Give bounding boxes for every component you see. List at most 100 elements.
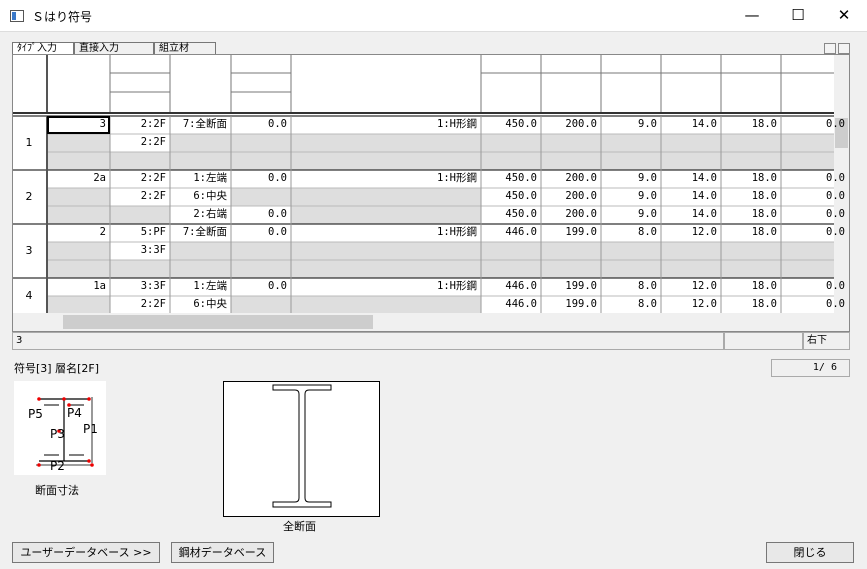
grid-cell[interactable]	[783, 260, 845, 277]
grid-cell[interactable]: 200.0	[543, 116, 597, 133]
row-number[interactable]: 4	[14, 289, 44, 302]
grid-cell[interactable]	[49, 296, 106, 313]
grid-cell[interactable]: 0.0	[783, 170, 845, 187]
grid-cell[interactable]	[603, 152, 657, 169]
grid-cell[interactable]: 8.0	[603, 296, 657, 313]
grid-cell[interactable]: 2:2F	[112, 134, 166, 151]
grid-cell[interactable]: 200.0	[543, 206, 597, 223]
grid-cell[interactable]	[293, 296, 477, 313]
grid-cell[interactable]: 0.0	[233, 116, 287, 133]
grid-cell[interactable]	[293, 260, 477, 277]
grid-cell[interactable]	[293, 242, 477, 259]
grid-cell[interactable]: 8.0	[603, 278, 657, 295]
grid-cell[interactable]: 14.0	[663, 170, 717, 187]
grid-cell[interactable]	[483, 152, 537, 169]
grid-cell[interactable]	[172, 260, 227, 277]
grid-cell[interactable]: 14.0	[663, 116, 717, 133]
grid-cell[interactable]: 18.0	[723, 188, 777, 205]
grid-cell[interactable]	[603, 242, 657, 259]
grid-cell[interactable]	[543, 260, 597, 277]
grid-cell[interactable]: 2:2F	[112, 296, 166, 313]
grid-cell[interactable]: 0.0	[783, 206, 845, 223]
grid-cell[interactable]: 2:2F	[112, 188, 166, 205]
minimize-button[interactable]: —	[729, 0, 775, 32]
grid-cell[interactable]: 12.0	[663, 278, 717, 295]
grid-cell[interactable]: 6:中央	[172, 188, 227, 205]
grid-cell[interactable]	[483, 134, 537, 151]
grid-cell[interactable]: 0.0	[233, 206, 287, 223]
grid-cell[interactable]	[663, 260, 717, 277]
grid-cell[interactable]	[49, 188, 106, 205]
grid-cell[interactable]	[172, 134, 227, 151]
grid-cell[interactable]	[723, 242, 777, 259]
grid-cell[interactable]	[49, 134, 106, 151]
grid-cell[interactable]	[233, 242, 287, 259]
grid-cell[interactable]	[723, 134, 777, 151]
grid-control-button-2[interactable]	[838, 43, 850, 54]
grid-cell[interactable]: 7:全断面	[172, 116, 227, 133]
grid-cell[interactable]: 9.0	[603, 116, 657, 133]
grid-cell[interactable]: 14.0	[663, 206, 717, 223]
grid-cell[interactable]: 2a	[49, 170, 106, 187]
grid-cell[interactable]: 18.0	[723, 206, 777, 223]
grid-cell[interactable]: 2:2F	[112, 170, 166, 187]
grid-cell[interactable]	[49, 242, 106, 259]
grid-cell[interactable]: 18.0	[723, 296, 777, 313]
grid-cell[interactable]: 1:H形鋼	[293, 116, 477, 133]
grid-cell[interactable]: 2:右端	[172, 206, 227, 223]
grid-cell[interactable]	[543, 134, 597, 151]
grid-cell[interactable]: 446.0	[483, 224, 537, 241]
grid-cell[interactable]: 2:2F	[112, 116, 166, 133]
user-database-button[interactable]: ユーザーデータベース >>	[12, 542, 160, 563]
grid-cell[interactable]: 18.0	[723, 224, 777, 241]
grid-cell[interactable]: 12.0	[663, 296, 717, 313]
grid-cell[interactable]	[293, 152, 477, 169]
close-window-button[interactable]: ✕	[821, 0, 867, 32]
grid-cell[interactable]	[723, 260, 777, 277]
grid-cell[interactable]: 0.0	[783, 278, 845, 295]
grid-cell[interactable]	[603, 134, 657, 151]
grid-cell[interactable]	[172, 242, 227, 259]
grid-cell[interactable]	[233, 152, 287, 169]
grid-cell[interactable]	[663, 152, 717, 169]
grid-cell[interactable]: 12.0	[663, 224, 717, 241]
grid-cell[interactable]: 6:中央	[172, 296, 227, 313]
grid-cell[interactable]	[112, 152, 166, 169]
grid-cell[interactable]	[233, 260, 287, 277]
grid-cell[interactable]	[233, 134, 287, 151]
grid-cell[interactable]: 5:PF	[112, 224, 166, 241]
grid-cell[interactable]: 0.0	[783, 116, 845, 133]
grid-cell[interactable]	[483, 242, 537, 259]
grid-cell[interactable]: 1a	[49, 278, 106, 295]
grid-cell[interactable]: 0.0	[783, 224, 845, 241]
grid-cell[interactable]: 450.0	[483, 116, 537, 133]
grid-cell[interactable]	[663, 134, 717, 151]
grid-cell[interactable]: 18.0	[723, 116, 777, 133]
grid-cell[interactable]: 446.0	[483, 296, 537, 313]
grid-cell[interactable]: 18.0	[723, 170, 777, 187]
grid-cell[interactable]: 3:3F	[112, 278, 166, 295]
grid-cell[interactable]: 0.0	[233, 278, 287, 295]
grid-cell[interactable]: 3:3F	[112, 242, 166, 259]
grid-cell[interactable]	[483, 260, 537, 277]
row-number[interactable]: 3	[14, 244, 44, 257]
grid-cell[interactable]: 1:H形鋼	[293, 224, 477, 241]
row-number[interactable]: 1	[14, 136, 44, 149]
grid-cell[interactable]	[783, 152, 845, 169]
grid-cell[interactable]: 7:全断面	[172, 224, 227, 241]
grid-cell[interactable]: 9.0	[603, 206, 657, 223]
grid-cell[interactable]: 450.0	[483, 188, 537, 205]
grid-cell[interactable]	[723, 152, 777, 169]
grid-cell[interactable]: 1:H形鋼	[293, 278, 477, 295]
grid-cell[interactable]	[663, 242, 717, 259]
grid-cell[interactable]: 450.0	[483, 206, 537, 223]
grid-cell[interactable]: 199.0	[543, 296, 597, 313]
grid-cell[interactable]: 0.0	[233, 170, 287, 187]
grid-cell[interactable]: 8.0	[603, 224, 657, 241]
steel-database-button[interactable]: 鋼材データベース	[171, 542, 274, 563]
grid-cell[interactable]	[293, 206, 477, 223]
grid-cell[interactable]	[112, 260, 166, 277]
grid-cell[interactable]: 9.0	[603, 170, 657, 187]
grid-cell[interactable]	[603, 260, 657, 277]
grid-cell[interactable]: 18.0	[723, 278, 777, 295]
